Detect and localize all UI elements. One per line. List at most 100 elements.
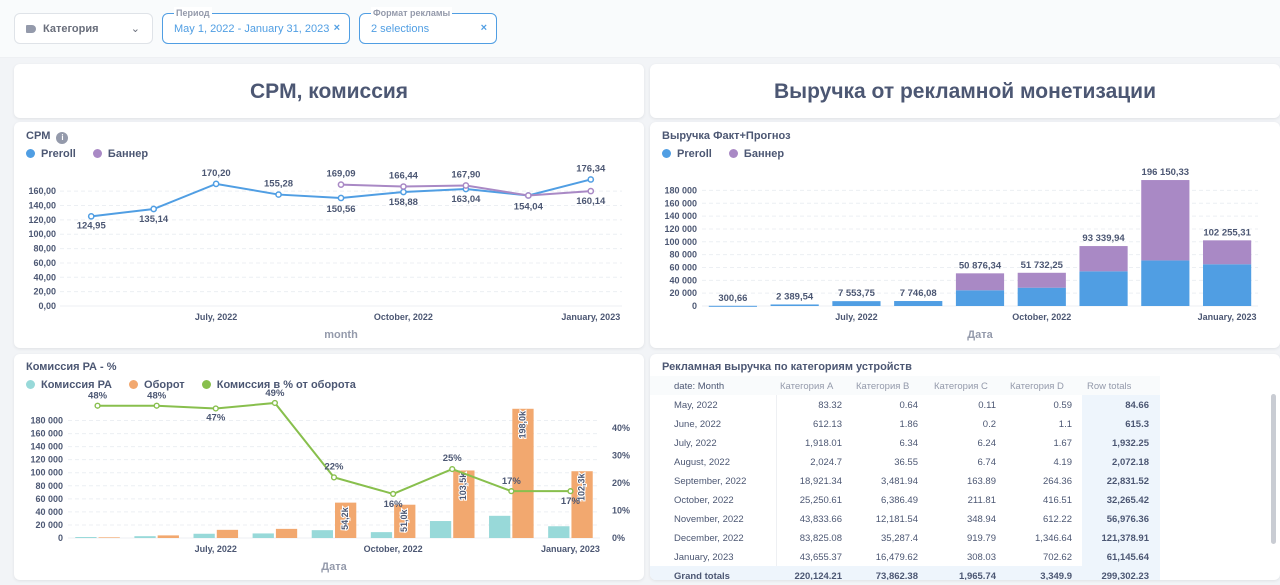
data-label: 51,0k [399,508,409,532]
data-point [449,466,456,473]
y-tick-label: 80 000 [35,481,63,491]
row-total-cell: 32,265.42 [1106,495,1149,506]
ad-format-filter[interactable]: Формат рекламы 2 selections × [359,7,497,44]
period-filter[interactable]: Период May 1, 2022 - January 31, 2023 × [162,7,350,44]
data-point [153,402,160,409]
x-axis-title: month [324,329,358,341]
data-label: 47% [206,412,226,423]
vertical-scrollbar[interactable] [1271,394,1276,544]
bar-commission [370,532,393,538]
data-label: 17% [502,476,522,487]
data-label: 167,90 [451,170,480,181]
chevron-down-icon[interactable]: ⌄ [131,22,140,35]
table-cell: 83.32 [818,400,842,411]
bar-banner [955,273,1005,291]
data-label: 124,95 [77,220,107,231]
data-point [337,194,345,202]
data-point [337,181,345,189]
section-heading-revenue: Выручка от рекламной монетизации [774,80,1156,103]
table-cell[interactable]: Категория A [780,381,833,392]
data-point [400,188,407,196]
data-label: 300,66 [718,293,747,304]
bar-preroll [770,304,819,306]
data-point [94,402,101,409]
bar-turnover [216,529,239,538]
table-cell: 163.89 [966,476,996,487]
data-label: 166,44 [389,171,419,182]
y-tick-label: 20,00 [33,287,56,297]
table-row: August, 2022 2,024.7 36.55 6.74 4.19 2,072.18 [650,452,1160,471]
cpm-line-chart: 0,00 20,00 40,00 60,00 80,00 100,00 120,00 140,… [28,163,622,341]
bar-banner [1017,272,1066,288]
row-total-cell: 1,932.25 [1112,438,1149,449]
table-row: December, 2022 83,825.08 35,287.4 919.79 1,3… [650,528,1160,547]
y-tick-label: 0 [692,301,697,311]
row-total-cell: 22,831.52 [1106,476,1149,487]
category-filter-label: Категория [43,23,99,35]
y2-tick-label: 30% [612,450,630,460]
table-cell: 0.64 [899,400,919,411]
table-row: June, 2022 612.13 1.86 0.2 1.1 615.3 [650,414,1160,433]
row-total-cell: 61,145.64 [1106,552,1149,563]
table-cell: 83,825.08 [799,533,842,544]
clear-period-icon[interactable]: × [334,22,340,34]
heading-card-right: Выручка от рекламной монетизации [650,64,1280,118]
data-label: 154,04 [514,201,544,212]
data-label: 196 150,33 [1142,167,1190,178]
table-cell: 16,479.62 [875,552,918,563]
data-label: 17% [561,496,581,507]
data-point [212,405,219,412]
row-header-cell: Grand totals [674,571,730,580]
row-header-cell: July, 2022 [674,438,717,449]
table-cell: 308.03 [966,552,996,563]
y-tick-label: 80 000 [669,250,697,260]
y-tick-label: 100,00 [28,229,56,239]
device-revenue-table-card: Рекламная выручка по категориям устройст… [650,354,1280,580]
table-cell: 25,250.61 [799,495,842,506]
bar-banner [1203,240,1252,265]
data-point [271,399,278,407]
data-label: 160,14 [576,196,606,207]
table-row: November, 2022 43,833.66 12,181.54 348.94 61… [650,509,1160,528]
section-heading-cpm: CPM, комиссия [249,80,409,103]
y-tick-label: 100 000 [664,237,697,247]
y-tick-label: 80,00 [33,244,56,254]
row-header-cell[interactable]: date: Month [674,381,724,392]
x-axis-title: Дата [321,561,347,573]
table-cell: 36.55 [894,457,918,468]
table-cell[interactable]: Категория B [856,381,909,392]
table-row: October, 2022 25,250.61 6,386.49 211.81 416.… [650,490,1160,509]
row-total-cell: 121,378.91 [1101,533,1149,544]
table-cell[interactable]: Категория D [1010,381,1064,392]
category-filter[interactable]: Категория ⌄ [14,13,153,44]
table-cell: 18,921.34 [799,476,842,487]
x-tick-label: October, 2022 [374,312,433,322]
grand-totals-row: Grand totals 220,124.21 73,862.38 1,965.74 3… [650,566,1160,580]
data-label: 16% [384,499,404,510]
bar-preroll [708,305,757,307]
ad-format-filter-value: 2 selections [371,23,430,35]
table-cell: 12,181.54 [875,514,918,525]
y-tick-label: 40 000 [669,275,697,285]
row-total-cell[interactable]: Row totals [1087,381,1131,392]
clear-ad-format-icon[interactable]: × [481,22,487,34]
filter-bar: Категория ⌄ Период May 1, 2022 - January… [0,0,1280,58]
table-card-title[interactable]: Рекламная выручка по категориям устройст… [662,361,912,373]
data-point [587,187,595,195]
table-cell[interactable]: Категория C [934,381,988,392]
data-label: 169,09 [326,169,355,180]
row-total-cell: 299,302.23 [1101,571,1149,580]
x-tick-label: January, 2023 [1198,312,1257,322]
table-cell: 2,024.7 [810,457,842,468]
data-point [508,488,515,495]
y-tick-label: 100 000 [30,468,63,478]
commission-card: Комиссия РА - % Комиссия РА Оборот Комис… [14,354,644,580]
y-tick-label: 40 000 [35,507,63,517]
table-cell: 264.36 [1042,476,1072,487]
y-tick-label: 40,00 [33,272,56,282]
bar-commission [429,521,452,538]
y-tick-label: 60,00 [33,258,56,268]
table-cell: 1,346.64 [1035,533,1072,544]
cpm-card: CPM i Preroll Баннер 0,00 20,00 40,00 60,00 8… [14,122,644,348]
table-cell: 220,124.21 [794,571,842,580]
